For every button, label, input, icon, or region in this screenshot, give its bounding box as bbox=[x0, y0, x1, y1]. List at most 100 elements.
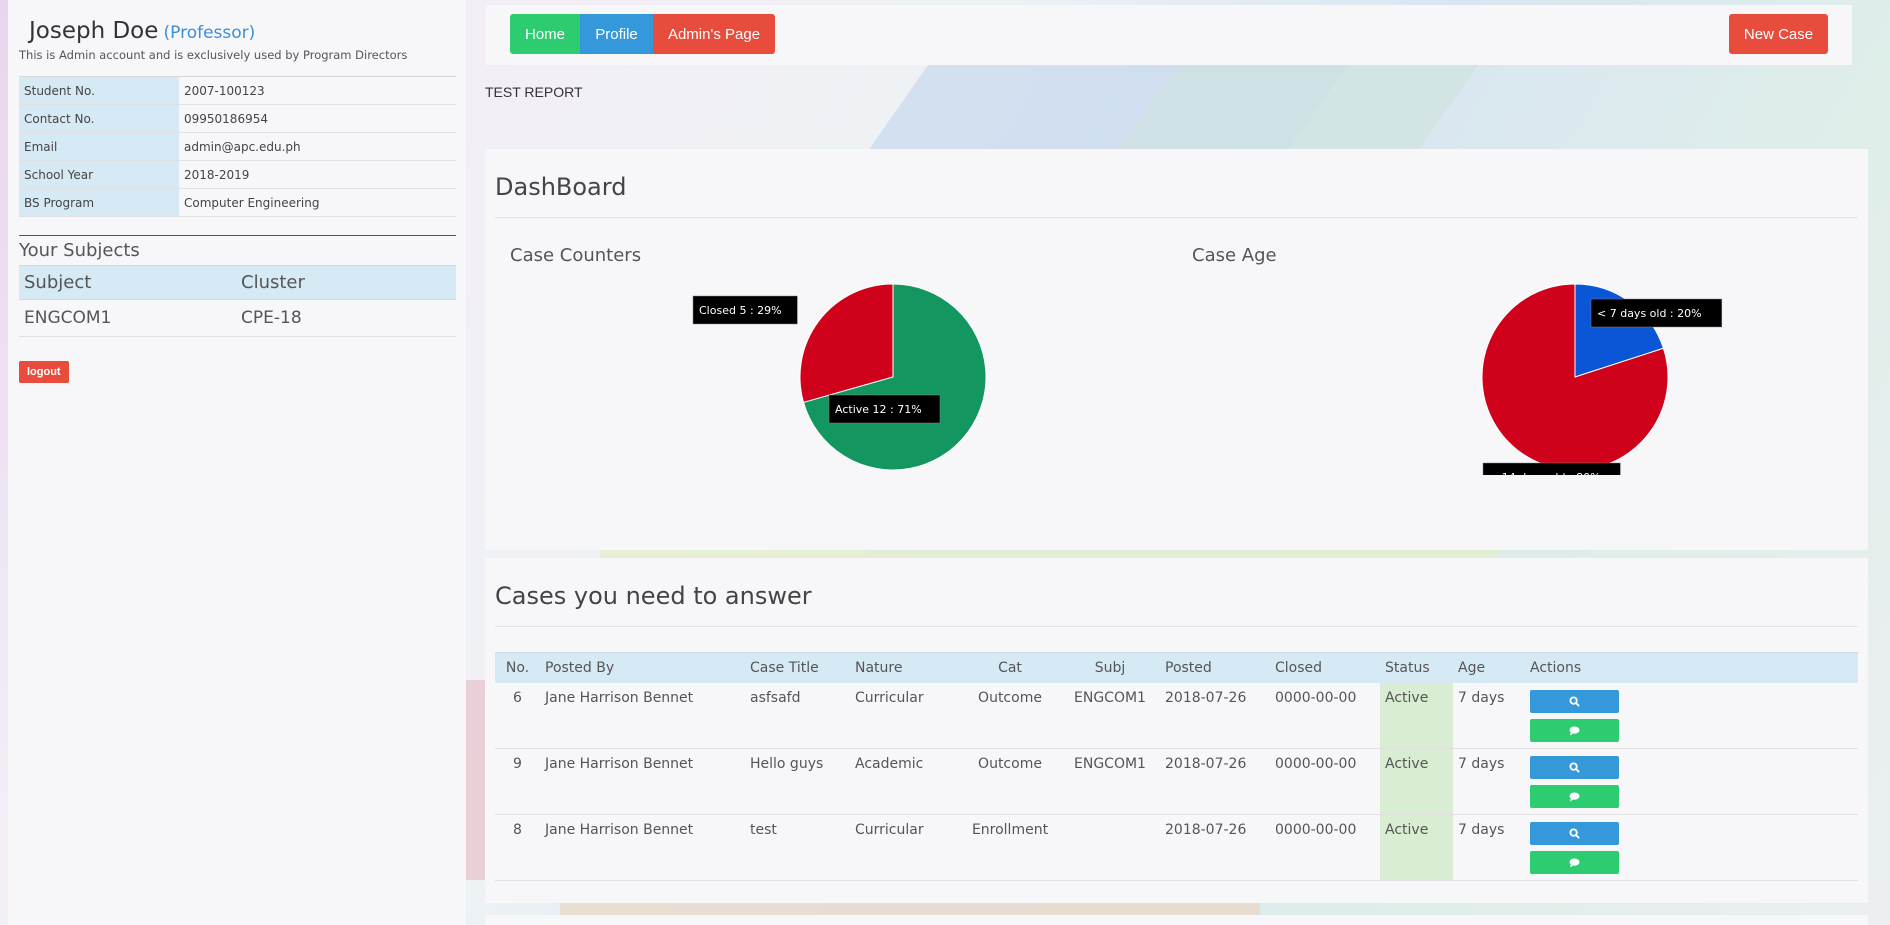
view-case-button[interactable] bbox=[1530, 755, 1619, 779]
subjects-table: Subject Cluster ENGCOM1 CPE-18 bbox=[19, 265, 456, 337]
case-number: 9 bbox=[495, 748, 540, 815]
user-description: This is Admin account and is exclusively… bbox=[19, 48, 408, 62]
cases-header-closed: Closed bbox=[1270, 652, 1380, 683]
user-role: (Professor) bbox=[163, 23, 256, 43]
comment-icon bbox=[1569, 791, 1580, 802]
case-age-title: Case Age bbox=[1192, 245, 1277, 266]
case-actions bbox=[1525, 814, 1858, 881]
cases-panel: Cases you need to answer No. Posted By Cas… bbox=[485, 558, 1868, 903]
case-subject bbox=[1060, 814, 1160, 881]
case-closed-date: 0000-00-00 bbox=[1270, 682, 1380, 749]
subject-cluster: CPE-18 bbox=[236, 299, 456, 337]
subjects-title: Your Subjects bbox=[19, 235, 456, 261]
cases-divider bbox=[495, 626, 1858, 627]
case-status: Active bbox=[1380, 814, 1453, 881]
case-row: 9 Jane Harrison Bennet Hello guys Academic O… bbox=[495, 748, 1858, 815]
case-posted-date: 2018-07-26 bbox=[1160, 682, 1270, 749]
subject-code: ENGCOM1 bbox=[19, 299, 236, 337]
case-category: Enrollment bbox=[960, 814, 1060, 881]
subjects-header-cluster: Cluster bbox=[236, 265, 456, 300]
cases-header-nature: Nature bbox=[850, 652, 960, 683]
case-row: 8 Jane Harrison Bennet test Curricular Enrol… bbox=[495, 814, 1858, 881]
pie-tooltip-label: > 14 days old : 80% bbox=[1482, 462, 1621, 475]
case-age: 7 days bbox=[1453, 814, 1525, 881]
search-icon bbox=[1569, 761, 1580, 773]
case-row: 6 Jane Harrison Bennet asfsafd Curricular Ou… bbox=[495, 682, 1858, 749]
case-closed-date: 0000-00-00 bbox=[1270, 814, 1380, 881]
cases-title: Cases you need to answer bbox=[495, 582, 812, 610]
case-age: 7 days bbox=[1453, 748, 1525, 815]
subject-row: ENGCOM1 CPE-18 bbox=[19, 299, 456, 337]
case-closed-date: 0000-00-00 bbox=[1270, 748, 1380, 815]
case-title: asfsafd bbox=[745, 682, 850, 749]
logout-button[interactable]: logout bbox=[19, 361, 69, 383]
profile-field-value: Computer Engineering bbox=[179, 188, 456, 217]
admin-page-button[interactable]: Admin's Page bbox=[653, 14, 775, 54]
profile-field-label: BS Program bbox=[19, 188, 179, 217]
case-posted-date: 2018-07-26 bbox=[1160, 748, 1270, 815]
cases-header-status: Status bbox=[1380, 652, 1453, 683]
case-posted-by: Jane Harrison Bennet bbox=[540, 814, 745, 881]
search-icon bbox=[1569, 827, 1580, 839]
search-icon bbox=[1569, 695, 1580, 707]
profile-field-value: 09950186954 bbox=[179, 104, 456, 133]
new-case-button[interactable]: New Case bbox=[1729, 14, 1828, 54]
cases-header-posted-by: Posted By bbox=[540, 652, 745, 683]
pie-label-text: > 14 days old : 80% bbox=[1489, 471, 1601, 475]
cases-header-posted: Posted bbox=[1160, 652, 1270, 683]
profile-row: School Year 2018-2019 bbox=[19, 160, 456, 189]
dashboard-panel: DashBoard Case Counters Case Age Closed … bbox=[485, 149, 1868, 550]
cases-header-case-title: Case Title bbox=[745, 652, 850, 683]
case-nature: Curricular bbox=[850, 682, 960, 749]
case-age-chart: < 7 days old : 20% > 14 days old : 80% bbox=[1481, 283, 1723, 475]
profile-field-value: 2007-100123 bbox=[179, 76, 456, 105]
case-status: Active bbox=[1380, 748, 1453, 815]
cases-header-cat: Cat bbox=[960, 652, 1060, 683]
profile-button[interactable]: Profile bbox=[580, 14, 653, 54]
view-case-button[interactable] bbox=[1530, 689, 1619, 713]
case-status: Active bbox=[1380, 682, 1453, 749]
pie-tooltip-label: < 7 days old : 20% bbox=[1590, 298, 1723, 328]
dashboard-divider bbox=[495, 217, 1858, 218]
top-navbar: Home Profile Admin's Page New Case bbox=[485, 5, 1852, 65]
case-age: 7 days bbox=[1453, 682, 1525, 749]
pie-label-text: Active 12 : 71% bbox=[835, 403, 922, 416]
case-actions bbox=[1525, 748, 1858, 815]
user-name: Joseph Doe bbox=[29, 18, 159, 44]
cases-header-age: Age bbox=[1453, 652, 1525, 683]
subjects-header-subject: Subject bbox=[19, 265, 236, 300]
comment-case-button[interactable] bbox=[1530, 718, 1619, 742]
case-number: 8 bbox=[495, 814, 540, 881]
case-counters-chart: Closed 5 : 29% Active 12 : 71% bbox=[692, 283, 987, 471]
case-category: Outcome bbox=[960, 748, 1060, 815]
case-actions bbox=[1525, 682, 1858, 749]
case-nature: Academic bbox=[850, 748, 960, 815]
profile-field-value: 2018-2019 bbox=[179, 160, 456, 189]
profile-row: BS Program Computer Engineering bbox=[19, 188, 456, 217]
home-button[interactable]: Home bbox=[510, 14, 580, 54]
report-title: TEST REPORT bbox=[485, 84, 583, 100]
pie-label-text: < 7 days old : 20% bbox=[1597, 307, 1702, 320]
profile-row: Email admin@apc.edu.ph bbox=[19, 132, 456, 161]
case-counters-title: Case Counters bbox=[510, 245, 642, 266]
pie-tooltip-label: Closed 5 : 29% bbox=[692, 295, 798, 325]
case-title: test bbox=[745, 814, 850, 881]
cases-header-subj: Subj bbox=[1060, 652, 1160, 683]
case-subject: ENGCOM1 bbox=[1060, 682, 1160, 749]
comment-case-button[interactable] bbox=[1530, 784, 1619, 808]
profile-field-label: Contact No. bbox=[19, 104, 179, 133]
view-case-button[interactable] bbox=[1530, 821, 1619, 845]
cases-header-no: No. bbox=[495, 652, 540, 683]
cases-header-actions: Actions bbox=[1525, 652, 1858, 683]
profile-row: Student No. 2007-100123 bbox=[19, 76, 456, 105]
case-posted-by: Jane Harrison Bennet bbox=[540, 748, 745, 815]
case-number: 6 bbox=[495, 682, 540, 749]
comment-case-button[interactable] bbox=[1530, 850, 1619, 874]
next-panel-edge bbox=[485, 915, 1868, 925]
case-posted-by: Jane Harrison Bennet bbox=[540, 682, 745, 749]
user-heading: Joseph Doe (Professor) bbox=[19, 18, 456, 44]
case-category: Outcome bbox=[960, 682, 1060, 749]
profile-field-label: School Year bbox=[19, 160, 179, 189]
case-subject: ENGCOM1 bbox=[1060, 748, 1160, 815]
cases-table: No. Posted By Case Title Nature Cat Subj Poste… bbox=[495, 652, 1858, 881]
